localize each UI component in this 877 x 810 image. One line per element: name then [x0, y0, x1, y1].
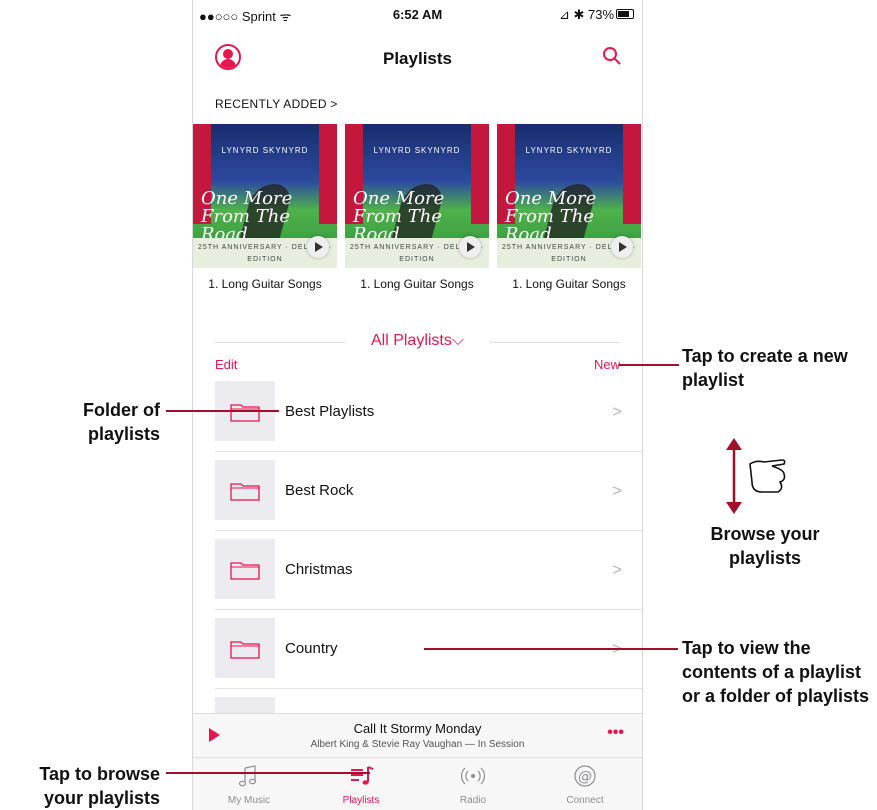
callout-line-browse-tab — [166, 772, 370, 774]
playlist-row[interactable]: Best Rock > — [215, 452, 642, 531]
battery-icon — [616, 9, 634, 19]
status-bar: ●●○○○ Sprint ᯤ 6:52 AM ⊿ ✱ 73% — [193, 0, 642, 28]
album-band-text: LYNYRD SKYNYRD — [373, 146, 461, 155]
album-title[interactable]: 1. Long Guitar Songs — [345, 277, 489, 291]
album-title[interactable]: 1. Long Guitar Songs — [193, 277, 337, 291]
edit-button[interactable]: Edit — [215, 357, 237, 372]
recently-added-link[interactable]: RECENTLY ADDED > — [215, 97, 338, 111]
album-art[interactable]: LYNYRD SKYNYRD One More From The Road 25… — [193, 124, 337, 268]
playlist-row[interactable]: Best Playlists > — [215, 373, 642, 452]
chevron-right-icon: > — [612, 402, 622, 421]
search-icon[interactable] — [602, 46, 622, 66]
connect-icon: @ — [574, 765, 596, 787]
tab-bar: My Music Playlists Radio @ Connect — [193, 757, 642, 810]
navigation-bar: Playlists — [193, 28, 642, 88]
callout-line-view — [424, 648, 678, 650]
album-band-text: LYNYRD SKYNYRD — [525, 146, 613, 155]
playlist-thumbnail — [215, 618, 275, 678]
chevron-right-icon: > — [612, 560, 622, 579]
tab-my-music[interactable]: My Music — [193, 758, 305, 810]
now-playing-song: Call It Stormy Monday — [353, 721, 482, 736]
play-icon[interactable] — [307, 236, 329, 258]
play-icon[interactable] — [459, 236, 481, 258]
svg-text:@: @ — [578, 769, 592, 785]
playlist-label: Christmas — [285, 561, 353, 578]
chevron-right-icon: > — [612, 481, 622, 500]
radio-icon — [461, 767, 485, 785]
album-band-text: LYNYRD SKYNYRD — [221, 146, 309, 155]
playlist-label: Country — [285, 640, 338, 657]
playlist-label: Best Playlists — [285, 403, 375, 420]
music-note-icon — [238, 765, 257, 787]
tab-playlists[interactable]: Playlists — [305, 758, 417, 810]
callout-browse-tab: Tap to browse your playlists — [39, 764, 160, 808]
playlist-thumbnail — [215, 460, 275, 520]
battery-percent: ⊿ ✱ 73% — [558, 7, 614, 22]
folder-icon — [230, 562, 260, 580]
album-card[interactable]: LYNYRD SKYNYRD One More From The Road 25… — [193, 124, 337, 291]
callout-browse: Browse your playlists — [710, 524, 820, 568]
playlist-thumbnail — [215, 539, 275, 599]
playlist-row[interactable]: Christmas > — [215, 531, 642, 610]
tab-connect[interactable]: @ Connect — [529, 758, 641, 810]
folder-icon — [230, 404, 260, 422]
page-title: Playlists — [383, 49, 452, 68]
tab-label: Playlists — [342, 795, 380, 806]
new-playlist-button[interactable]: New — [594, 357, 620, 372]
callout-line-create — [619, 364, 679, 366]
tab-label: Connect — [566, 795, 604, 806]
playlist-list: Best Playlists > Best Rock > Christmas >… — [193, 373, 642, 768]
more-options-icon[interactable]: ••• — [607, 724, 624, 742]
now-playing-bar[interactable]: Call It Stormy Monday Albert King & Stev… — [193, 713, 642, 758]
tab-label: My Music — [227, 795, 271, 806]
tab-radio[interactable]: Radio — [417, 758, 529, 810]
scroll-gesture-icon — [726, 438, 786, 514]
recently-added-carousel: LYNYRD SKYNYRD One More From The Road 25… — [193, 124, 642, 294]
callout-folder: Folder of playlists — [83, 400, 160, 444]
folder-icon — [230, 641, 260, 659]
tab-label: Radio — [459, 795, 487, 806]
album-title[interactable]: 1. Long Guitar Songs — [497, 277, 641, 291]
folder-icon — [230, 483, 260, 501]
playlist-label: Best Rock — [285, 482, 354, 499]
callout-create: Tap to create a new playlist — [682, 346, 848, 390]
play-icon[interactable] — [611, 236, 633, 258]
phone-screen: ●●○○○ Sprint ᯤ 6:52 AM ⊿ ✱ 73% Playlists… — [192, 0, 643, 810]
callout-line-folder — [166, 410, 279, 412]
all-playlists-dropdown[interactable]: All Playlists⌵ — [193, 332, 642, 350]
album-art[interactable]: LYNYRD SKYNYRD One More From The Road 25… — [345, 124, 489, 268]
album-card[interactable]: LYNYRD SKYNYRD One More From The Road 25… — [497, 124, 641, 291]
album-art[interactable]: LYNYRD SKYNYRD One More From The Road 25… — [497, 124, 641, 268]
playlist-icon — [351, 766, 374, 785]
callout-view: Tap to view the contents of a playlist o… — [682, 638, 870, 706]
album-card[interactable]: LYNYRD SKYNYRD One More From The Road 25… — [345, 124, 489, 291]
now-playing-artist: Albert King & Stevie Ray Vaughan — In Se… — [310, 739, 525, 750]
